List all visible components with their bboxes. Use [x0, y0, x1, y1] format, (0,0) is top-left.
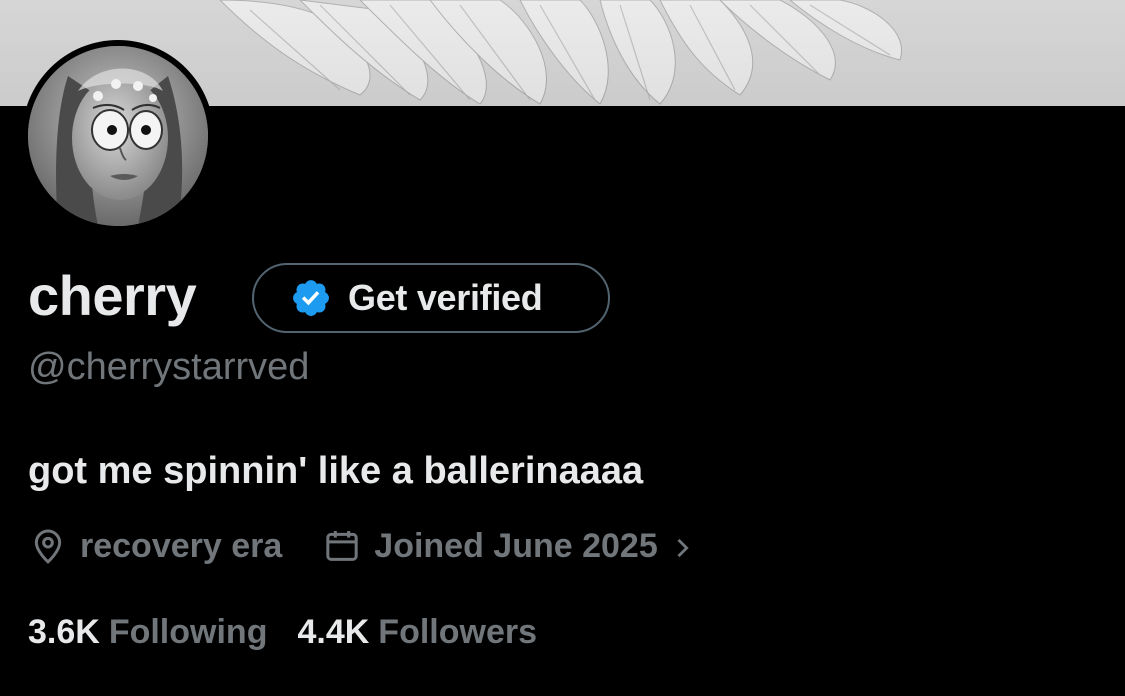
- verified-badge-icon: [290, 277, 332, 319]
- chevron-right-icon: [668, 532, 696, 560]
- profile-page: cherry Get verified @cherrystarrved got …: [0, 0, 1125, 696]
- followers-count: 4.4K: [297, 613, 370, 651]
- following-link[interactable]: 3.6K Following: [28, 610, 267, 654]
- joined-item[interactable]: Joined June 2025: [322, 526, 695, 566]
- followers-label: Followers: [378, 613, 537, 651]
- profile-meta: recovery era Joined June 2025: [28, 523, 696, 569]
- get-verified-label: Get verified: [348, 277, 543, 318]
- location-item: recovery era: [28, 526, 282, 566]
- follow-stats: 3.6K Following 4.4K Followers: [28, 610, 537, 654]
- calendar-icon: [322, 526, 362, 566]
- following-label: Following: [108, 613, 268, 651]
- get-verified-button[interactable]: Get verified: [252, 263, 610, 333]
- following-count: 3.6K: [28, 613, 100, 651]
- followers-link[interactable]: 4.4K Followers: [297, 610, 537, 654]
- display-name: cherry: [28, 264, 197, 327]
- avatar-image: [28, 46, 208, 226]
- location-pin-icon: [28, 526, 68, 566]
- joined-text: Joined June 2025: [374, 526, 658, 565]
- location-text: recovery era: [80, 526, 283, 565]
- user-handle: @cherrystarrved: [28, 346, 310, 388]
- bio-text: got me spinnin' like a ballerinaaaa: [28, 450, 644, 492]
- avatar[interactable]: [22, 40, 214, 232]
